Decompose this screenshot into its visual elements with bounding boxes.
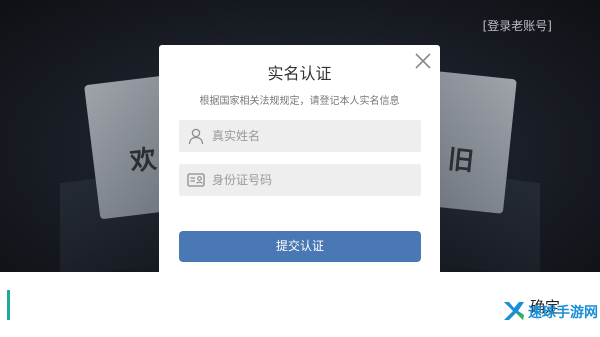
watermark-text: 速球手游网 xyxy=(528,305,598,321)
id-card-icon xyxy=(187,173,205,187)
dialog-description: 根据国家相关法规规定，请登记本人实名信息 xyxy=(199,96,400,107)
id-number-input[interactable] xyxy=(212,164,412,196)
real-name-field xyxy=(179,120,421,152)
dialog-title: 实名认证 xyxy=(267,64,332,83)
person-icon xyxy=(188,128,204,145)
id-number-field xyxy=(179,164,421,196)
paper-left-text: 欢 xyxy=(128,144,159,178)
watermark: 速球手游网 xyxy=(500,296,600,326)
submit-auth-button[interactable]: 提交认证 xyxy=(179,231,421,262)
paper-right-text: 旧 xyxy=(446,144,476,178)
real-name-input[interactable] xyxy=(212,120,412,152)
real-name-auth-dialog: 实名认证 根据国家相关法规规定，请登记本人实名信息 提交认证 xyxy=(159,45,440,272)
close-icon[interactable] xyxy=(414,52,432,70)
old-account-login-link[interactable]: [登录老账号] xyxy=(483,17,552,34)
accent-bar xyxy=(7,290,10,320)
logo-mark-icon xyxy=(504,302,524,320)
